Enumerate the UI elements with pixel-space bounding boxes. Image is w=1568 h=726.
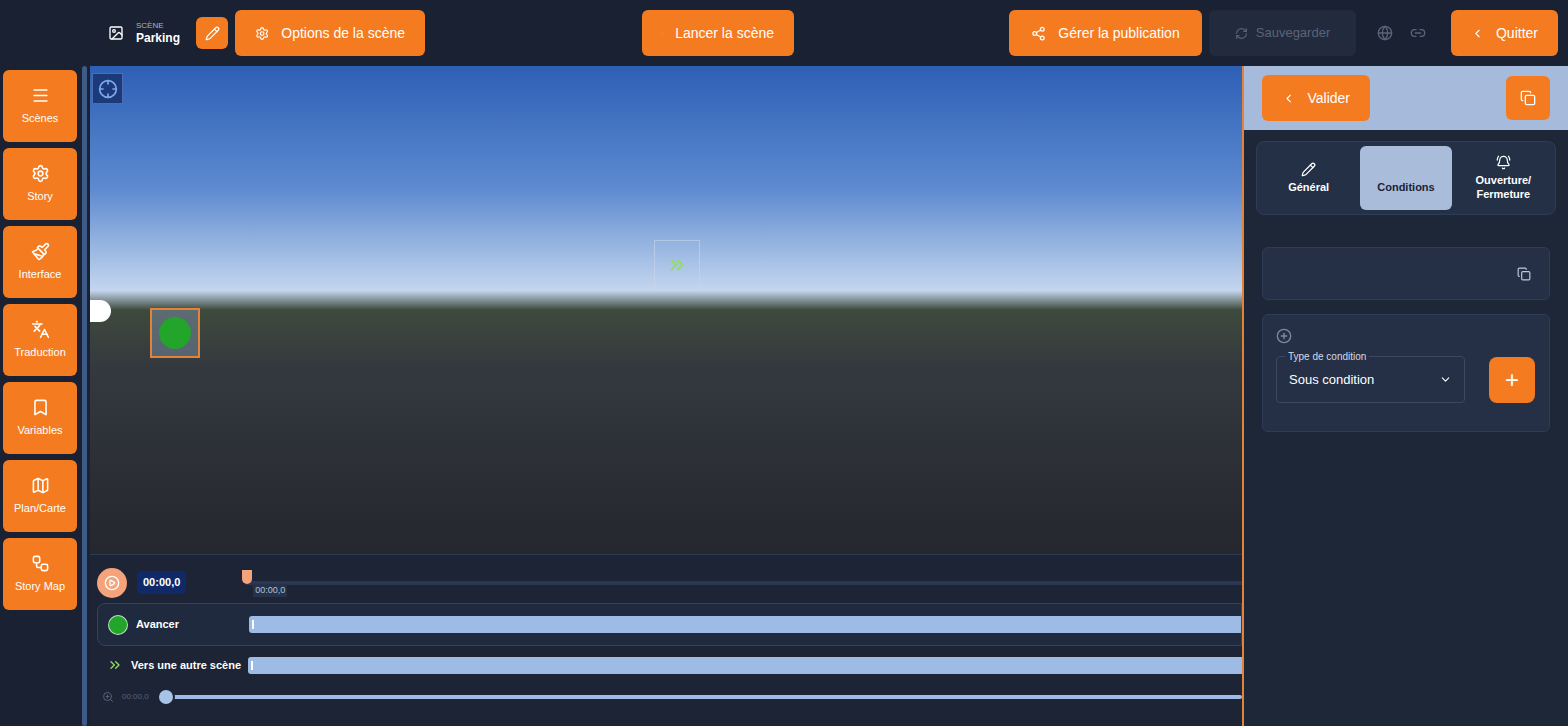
launch-scene-button[interactable]: Lancer la scène [642, 10, 794, 56]
scene-title: SCÈNE Parking [108, 17, 235, 49]
timeline-track[interactable]: Vers une autre scène [97, 652, 1242, 678]
save-button[interactable]: Sauvegarder [1209, 10, 1356, 56]
sidebar-item[interactable]: Story Map [3, 538, 77, 610]
scene-editor: SCÈNE Parking Options de la scène Lancer la… [0, 0, 1568, 726]
sidebar-item-icon [31, 320, 50, 339]
globe-icon[interactable] [1377, 25, 1393, 41]
zoom-slider[interactable] [161, 687, 1242, 707]
panel-tabs: GénéralConditionsOuverture/ Fermeture [1256, 141, 1556, 215]
sidebar: ScènesStoryInterfaceTraductionVariablesP… [0, 66, 90, 726]
image-icon [108, 25, 124, 41]
refresh-icon [1235, 27, 1248, 40]
scene-options-button[interactable]: Options de la scène [235, 10, 425, 56]
double-chevron-icon [666, 254, 688, 276]
timeline-track[interactable]: Avancer [97, 603, 1242, 646]
chevron-left-icon [1471, 26, 1484, 41]
playhead[interactable] [242, 570, 252, 584]
copy-button[interactable] [1506, 76, 1550, 120]
panel-tab[interactable]: Conditions [1360, 146, 1451, 210]
sidebar-item-icon [31, 164, 50, 183]
compass-button[interactable] [92, 73, 123, 104]
copy-icon[interactable] [1517, 267, 1531, 281]
timeline: 00:00,0 00:00,0 Avancer Vers une autre scèn… [90, 554, 1242, 726]
zoom-row: 00:00,0 [90, 687, 1242, 707]
play-icon [104, 575, 120, 591]
condition-card: Type de conditionSous condition + [1262, 314, 1550, 432]
share-icon [1031, 26, 1046, 41]
hotspot-arrow[interactable] [654, 240, 700, 290]
play-icon [662, 26, 663, 41]
tab-icon [1496, 155, 1511, 170]
copy-icon [1520, 90, 1536, 106]
scene-label: SCÈNE [136, 22, 180, 30]
sidebar-item-icon [31, 398, 50, 417]
sidebar-item[interactable]: Variables [3, 382, 77, 454]
dropdown-icon [1439, 373, 1452, 386]
track-dot-icon [108, 615, 128, 635]
condition-type-select[interactable]: Type de conditionSous condition [1276, 356, 1465, 403]
tab-icon [1301, 162, 1316, 177]
panel-tab[interactable]: Général [1263, 146, 1354, 210]
add-condition-button[interactable]: + [1489, 357, 1535, 403]
scene-name: Parking [136, 32, 180, 44]
play-button[interactable] [97, 568, 127, 598]
edit-scene-button[interactable] [196, 17, 228, 49]
current-time: 00:00,0 [137, 571, 186, 594]
publish-button[interactable]: Gérer la publication [1009, 10, 1202, 56]
sidebar-item-icon [31, 242, 50, 261]
chevron-left-icon [1282, 91, 1295, 106]
sidebar-item[interactable]: Scènes [3, 70, 77, 142]
sidebar-item[interactable]: Story [3, 148, 77, 220]
add-circle-icon[interactable] [1276, 328, 1292, 344]
pencil-icon [205, 26, 220, 41]
validate-button[interactable]: Valider [1262, 75, 1370, 121]
panorama-viewer[interactable] [90, 66, 1242, 554]
hotspot-edge[interactable] [90, 300, 111, 322]
link-icon[interactable] [1410, 25, 1426, 41]
track-arrow-icon [107, 657, 123, 673]
panel-tab[interactable]: Ouverture/ Fermeture [1458, 146, 1549, 210]
quit-button[interactable]: Quitter [1451, 10, 1558, 56]
sidebar-item-icon [31, 476, 50, 495]
panel-header: Valider [1244, 66, 1568, 130]
time-ruler[interactable]: 00:00,0 [246, 568, 1242, 598]
gear-icon [255, 26, 269, 41]
compass-icon [98, 79, 118, 99]
sidebar-item-icon [31, 86, 50, 105]
track-bar[interactable] [248, 657, 1242, 674]
top-bar: SCÈNE Parking Options de la scène Lancer la… [0, 0, 1568, 66]
sidebar-scrollbar[interactable] [82, 66, 87, 726]
sidebar-item[interactable]: Plan/Carte [3, 460, 77, 532]
hotspot-dot[interactable] [150, 308, 200, 358]
sidebar-item[interactable]: Interface [3, 226, 77, 298]
name-field[interactable] [1262, 247, 1550, 300]
track-bar[interactable] [249, 616, 1241, 633]
zoom-icon [102, 691, 114, 703]
sidebar-item-icon [31, 554, 50, 573]
playhead-time: 00:00,0 [253, 584, 287, 598]
sidebar-item[interactable]: Traduction [3, 304, 77, 376]
properties-panel: Valider GénéralConditionsOuverture/ Ferme… [1242, 66, 1568, 726]
